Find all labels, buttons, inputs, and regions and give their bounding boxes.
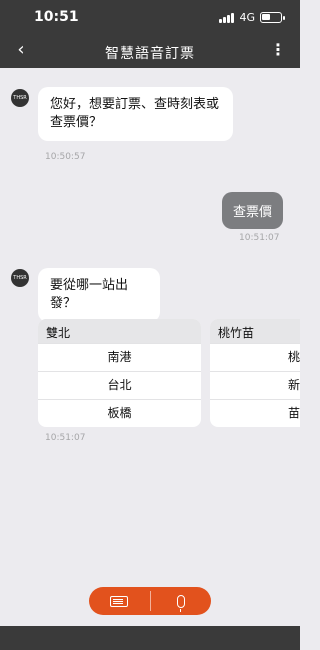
message-timestamp: 10:51:07	[239, 233, 280, 243]
bot-avatar: THSR	[11, 269, 29, 287]
keyboard-button[interactable]	[89, 587, 150, 615]
page-title: 智慧語音訂票	[105, 46, 195, 62]
station-option[interactable]: 南港	[38, 343, 201, 371]
station-option[interactable]: 台北	[38, 371, 201, 399]
status-indicators: 4G	[219, 11, 285, 24]
input-toggle-bar	[89, 587, 211, 615]
station-group-header: 桃竹苗	[210, 319, 300, 343]
message-timestamp: 10:51:07	[45, 433, 86, 443]
bot-avatar: THSR	[11, 89, 29, 107]
station-option[interactable]: 新	[210, 371, 300, 399]
station-group-card: 桃竹苗 桃 新 苗	[210, 319, 300, 427]
bottom-bar	[0, 626, 300, 650]
nav-bar: ‹ 智慧語音訂票 ⋮	[0, 34, 300, 68]
station-option[interactable]: 桃	[210, 343, 300, 371]
battery-icon	[260, 12, 285, 23]
signal-icon	[219, 12, 235, 23]
bot-message-bubble: 要從哪一站出發？	[38, 268, 160, 322]
more-vertical-icon[interactable]: ⋮	[270, 40, 286, 59]
microphone-icon	[176, 594, 185, 612]
status-time: 10:51	[34, 9, 79, 25]
station-group-card: 雙北 南港 台北 板橋	[38, 319, 201, 427]
user-message-bubble: 查票價	[222, 192, 284, 229]
station-group-header: 雙北	[38, 319, 201, 343]
network-label: 4G	[239, 11, 255, 24]
keyboard-icon	[110, 595, 129, 607]
voice-button[interactable]	[151, 587, 212, 615]
station-option[interactable]: 苗	[210, 399, 300, 427]
status-bar: 10:51 4G	[0, 0, 300, 34]
bot-message-bubble: 您好，想要訂票、查時刻表或查票價？	[38, 87, 233, 141]
message-timestamp: 10:50:57	[45, 152, 86, 162]
station-option[interactable]: 板橋	[38, 399, 201, 427]
